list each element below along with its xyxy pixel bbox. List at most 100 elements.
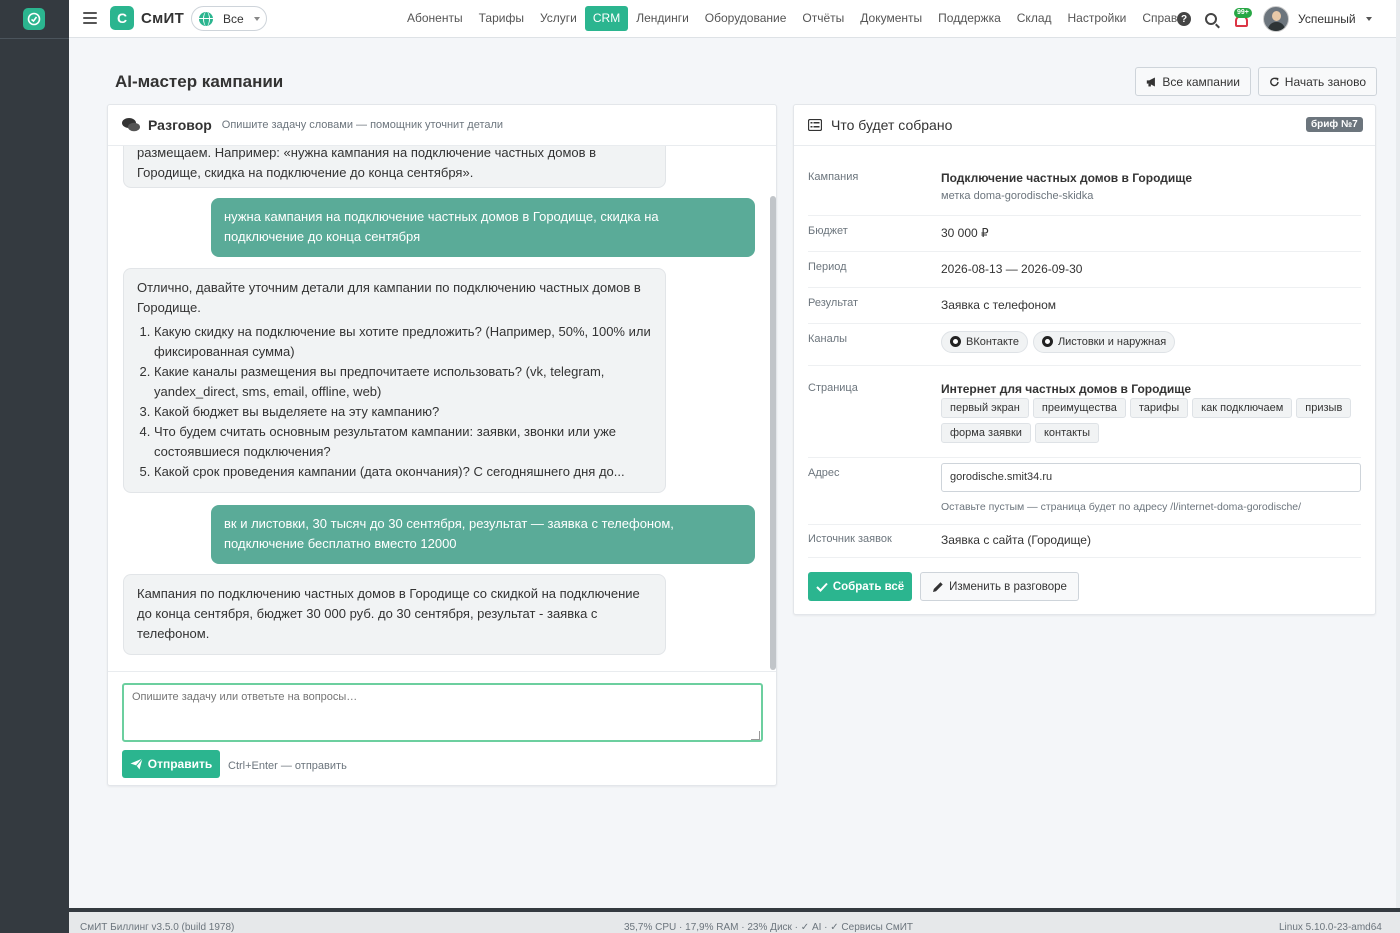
radio-dot-icon <box>1041 336 1053 347</box>
question-item: Какой бюджет вы выделяете на эту кампани… <box>154 402 652 422</box>
conversation-subtitle: Опишите задачу словами — помощник уточни… <box>221 119 504 131</box>
channel-chip[interactable]: Листовки и наружная <box>1032 331 1176 353</box>
brief-row-result: Результат Заявка с телефоном <box>808 288 1361 324</box>
edit-in-chat-label: Изменить в разговоре <box>949 580 1067 593</box>
nav-link-landings[interactable]: Лендинги <box>628 6 697 31</box>
nav-link-crm[interactable]: CRM <box>584 6 629 31</box>
nav-link-reports[interactable]: Отчёты <box>794 6 852 31</box>
edit-in-chat-button[interactable]: Изменить в разговоре <box>920 572 1079 601</box>
section-tag: призыв <box>1296 398 1352 418</box>
campaign-tag: метка doma-gorodische-skidka <box>941 190 1094 202</box>
paper-plane-icon <box>130 758 143 770</box>
page-sections: первый экран преимущества тарифы как подклю… <box>941 398 1361 448</box>
result-value: Заявка с телефоном <box>941 298 1057 312</box>
chat-input[interactable] <box>122 683 763 742</box>
assistant-message: Кампания по подключению частных домов в … <box>123 574 666 655</box>
question-item: Что будем считать основным результатом к… <box>154 422 652 462</box>
nav-link-services[interactable]: Услуги <box>532 6 585 31</box>
send-label: Отправить <box>147 757 213 771</box>
app-logo-icon[interactable] <box>23 8 45 30</box>
redo-icon <box>1270 77 1279 86</box>
nav-link-support[interactable]: Поддержка <box>930 6 1009 31</box>
brief-row-period: Период 2026-08-13 — 2026-09-30 <box>808 252 1361 288</box>
user-avatar[interactable] <box>1263 6 1289 32</box>
nav-link-settings[interactable]: Настройки <box>1060 6 1135 31</box>
footer-os: Linux 5.10.0-23-amd64 <box>1279 922 1382 933</box>
brief-row-channels: Каналы ВКонтакте Листовки и наружная <box>808 324 1361 366</box>
question-item: Какую скидку на подключение вы хотите пр… <box>154 322 652 362</box>
question-item: Какие каналы размещения вы предпочитаете… <box>154 362 652 402</box>
brief-title: Что будет собрано <box>831 117 953 133</box>
assistant-message: размещаем. Например: «нужна кампания на … <box>123 146 666 188</box>
brief-row-budget: Бюджет 30 000 ₽ <box>808 216 1361 252</box>
brief-header: Что будет собрано бриф №7 <box>794 105 1375 146</box>
sidebar-divider <box>0 38 69 39</box>
message-text: вк и листовки, 30 тысяч до 30 сентября, … <box>224 516 674 551</box>
restart-label: Начать заново <box>1284 74 1366 89</box>
chat-messages[interactable]: размещаем. Например: «нужна кампания на … <box>108 146 776 674</box>
brief-row-address: Адрес gorodische.smit34.ru Оставьте пуст… <box>808 463 1361 525</box>
collect-all-button[interactable]: Собрать всё <box>808 572 912 601</box>
channel-chip[interactable]: ВКонтакте <box>941 331 1028 353</box>
resize-handle[interactable] <box>751 731 760 740</box>
brand-name: СмИТ <box>141 9 185 27</box>
nav-link-warehouse[interactable]: Склад <box>1009 6 1060 31</box>
list-icon <box>808 119 822 131</box>
nav-link-subscribers[interactable]: Абоненты <box>399 6 471 31</box>
navbar-tools: ? 99+ Успешный <box>1177 6 1372 32</box>
brief-number-badge: бриф №7 <box>1306 117 1363 132</box>
landing-page-title: Интернет для частных домов в Городище <box>941 382 1192 396</box>
all-campaigns-button[interactable]: Все кампании <box>1135 67 1251 96</box>
page-title: AI-мастер кампании <box>115 72 284 91</box>
nav-link-equipment[interactable]: Оборудование <box>697 6 795 31</box>
all-campaigns-label: Все кампании <box>1162 74 1240 89</box>
brand[interactable]: С СмИТ <box>110 6 184 30</box>
section-tag: форма заявки <box>941 423 1031 443</box>
comments-icon <box>122 118 140 132</box>
nav-link-documents[interactable]: Документы <box>852 6 930 31</box>
send-button[interactable]: Отправить <box>122 750 220 778</box>
channel-label: ВКонтакте <box>966 336 1019 348</box>
brief-label-result: Результат <box>808 297 859 309</box>
user-name[interactable]: Успешный <box>1298 12 1356 26</box>
message-text: Кампания по подключению частных домов в … <box>137 586 640 641</box>
conversation-title: Разговор <box>148 117 212 133</box>
chat-scrollbar[interactable] <box>770 196 776 670</box>
nav-link-tariffs[interactable]: Тарифы <box>471 6 532 31</box>
brief-row-campaign: Кампания Подключение частных домов в Гор… <box>808 157 1361 216</box>
chat-composer: Отправить Ctrl+Enter — отправить <box>108 671 776 787</box>
send-hint: Ctrl+Enter — отправить <box>228 760 347 772</box>
address-input[interactable]: gorodische.smit34.ru <box>941 463 1361 492</box>
scope-selector[interactable]: Все <box>191 6 267 31</box>
restart-button[interactable]: Начать заново <box>1258 67 1377 96</box>
brief-label-period: Период <box>808 261 847 273</box>
question-item: Какой срок проведения кампании (дата око… <box>154 462 652 482</box>
status-footer: СмИТ Биллинг v3.5.0 (build 1978) 35,7% C… <box>69 908 1400 933</box>
section-tag: тарифы <box>1129 398 1189 418</box>
check-icon <box>816 582 828 592</box>
notifications-badge: 99+ <box>1234 8 1252 18</box>
notifications-button[interactable]: 99+ <box>1231 8 1253 30</box>
radio-dot-icon <box>950 336 961 347</box>
user-message: нужна кампания на подключение частных до… <box>211 198 755 257</box>
assistant-message: Отлично, давайте уточним детали для камп… <box>123 268 666 493</box>
question-list: Какую скидку на подключение вы хотите пр… <box>137 322 652 482</box>
brief-label-campaign: Кампания <box>808 171 859 183</box>
section-tag: контакты <box>1034 423 1099 443</box>
pencil-icon <box>933 581 943 592</box>
brief-label-budget: Бюджет <box>808 225 848 237</box>
menu-toggle-icon[interactable] <box>83 11 97 25</box>
channel-list: ВКонтакте Листовки и наружная <box>941 331 1180 353</box>
message-text: нужна кампания на подключение частных до… <box>224 209 659 244</box>
brand-logo-icon: С <box>110 6 134 30</box>
chevron-down-icon[interactable] <box>1365 17 1372 21</box>
top-navbar: С СмИТ Все Абоненты Тарифы Услуги CRM Ле… <box>69 0 1396 38</box>
conversation-card: Разговор Опишите задачу словами — помощн… <box>107 104 777 786</box>
page-scrollbar[interactable] <box>1396 0 1400 933</box>
help-icon[interactable]: ? <box>1177 12 1191 26</box>
brief-label-source: Источник заявок <box>808 533 892 545</box>
brief-label-channels: Каналы <box>808 333 848 345</box>
conversation-header: Разговор Опишите задачу словами — помощн… <box>108 105 776 146</box>
search-icon[interactable] <box>1205 13 1217 25</box>
brief-label-address: Адрес <box>808 467 840 479</box>
